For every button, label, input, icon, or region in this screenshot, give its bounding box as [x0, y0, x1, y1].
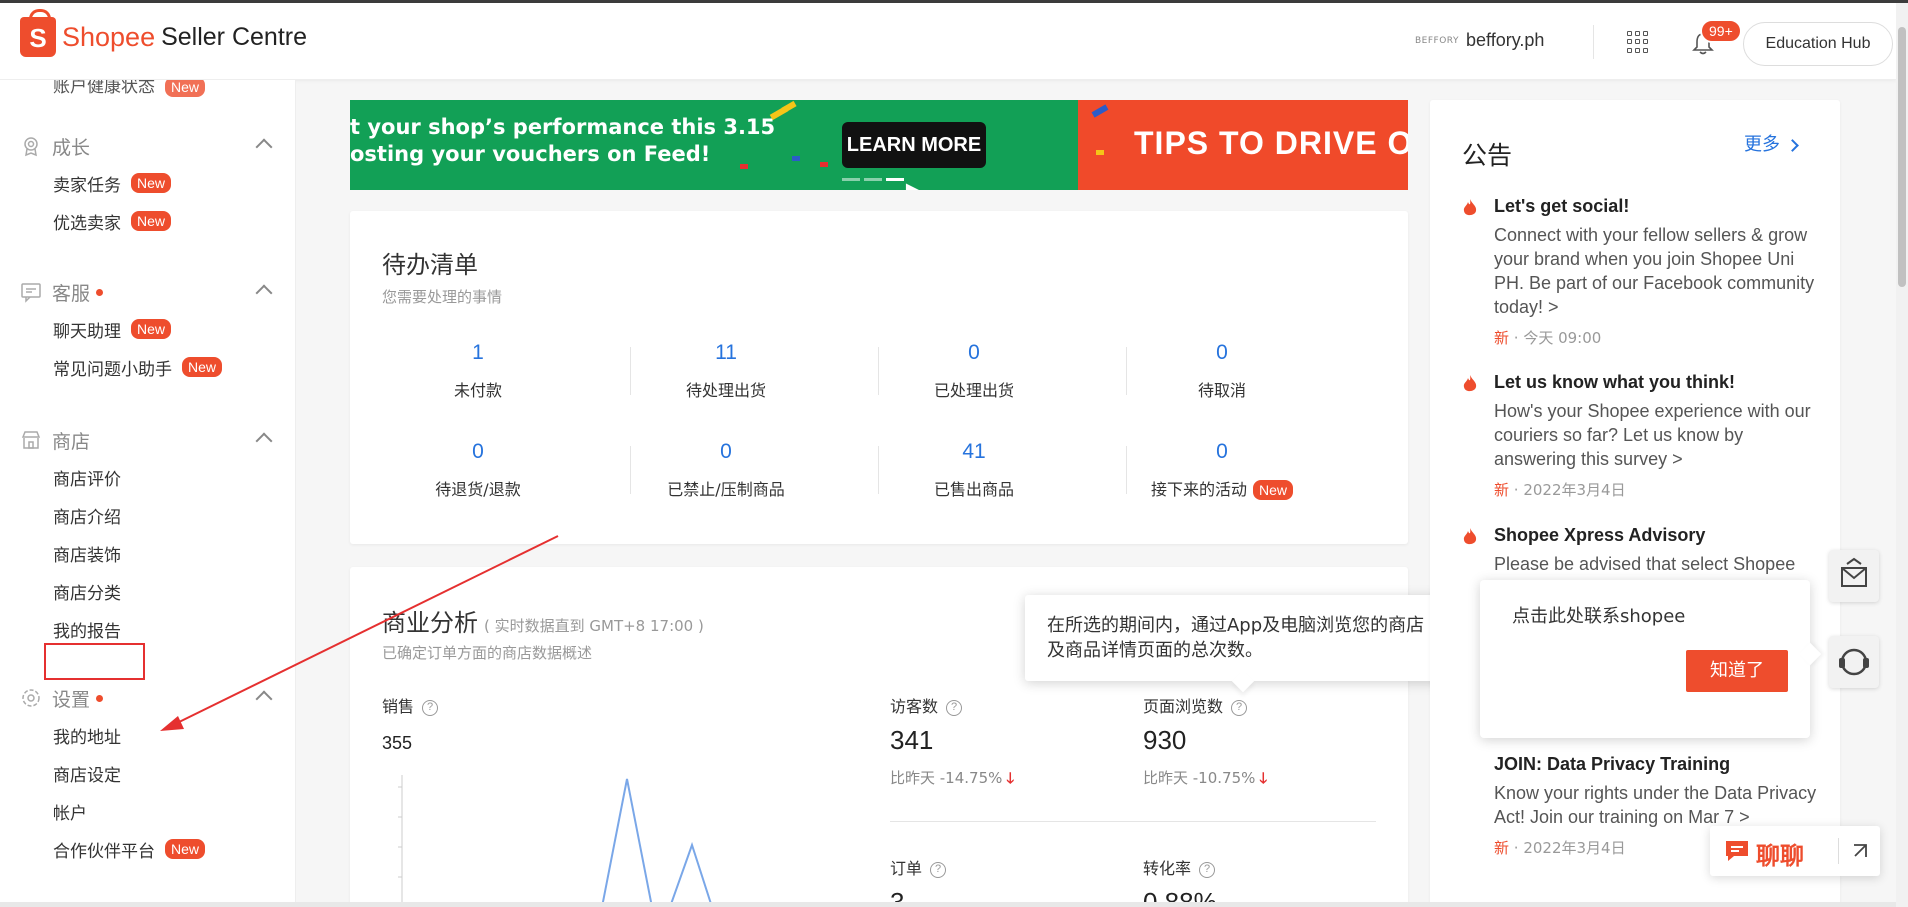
chat-widget[interactable]: 聊聊 [1710, 826, 1880, 876]
more-link[interactable]: 更多 [1744, 130, 1799, 156]
flame-icon [1463, 199, 1477, 216]
headset-icon [1839, 648, 1869, 676]
chevron-right-icon [1786, 139, 1799, 152]
arrow-line [174, 535, 559, 725]
announcements-title: 公告 [1462, 141, 1513, 170]
announcement-item[interactable]: Let's get social! Connect with your fell… [1462, 196, 1822, 348]
support-float-button[interactable] [1829, 636, 1879, 688]
message-float-button[interactable] [1829, 550, 1879, 602]
flame-icon [1463, 528, 1477, 545]
page-scrollbar[interactable] [1896, 3, 1908, 907]
expand-icon[interactable] [1850, 841, 1870, 861]
horizontal-scrollbar[interactable] [0, 902, 1896, 907]
chat-divider [1838, 838, 1839, 864]
announcement-item[interactable]: Shopee Xpress Advisory Please be advised… [1462, 525, 1822, 576]
envelope-icon [1841, 557, 1867, 587]
chat-bubble-icon [1726, 841, 1748, 861]
contact-popup-text: 点击此处联系shopee [1512, 606, 1686, 627]
flame-icon [1463, 375, 1477, 392]
announcements-card: 公告 更多 Let's get social! Connect with you… [1430, 100, 1840, 907]
pageviews-tooltip: 在所选的期间内，通过App及电脑浏览您的商店及商品详情页面的总次数。 [1025, 595, 1457, 681]
contact-shopee-popup: 点击此处联系shopee 知道了 [1480, 580, 1810, 738]
arrow-head [160, 716, 184, 731]
got-it-button[interactable]: 知道了 [1686, 650, 1788, 692]
announcement-item[interactable]: Let us know what you think! How's your S… [1462, 372, 1822, 500]
chat-label: 聊聊 [1756, 842, 1804, 870]
scrollbar-thumb[interactable] [1898, 27, 1906, 287]
